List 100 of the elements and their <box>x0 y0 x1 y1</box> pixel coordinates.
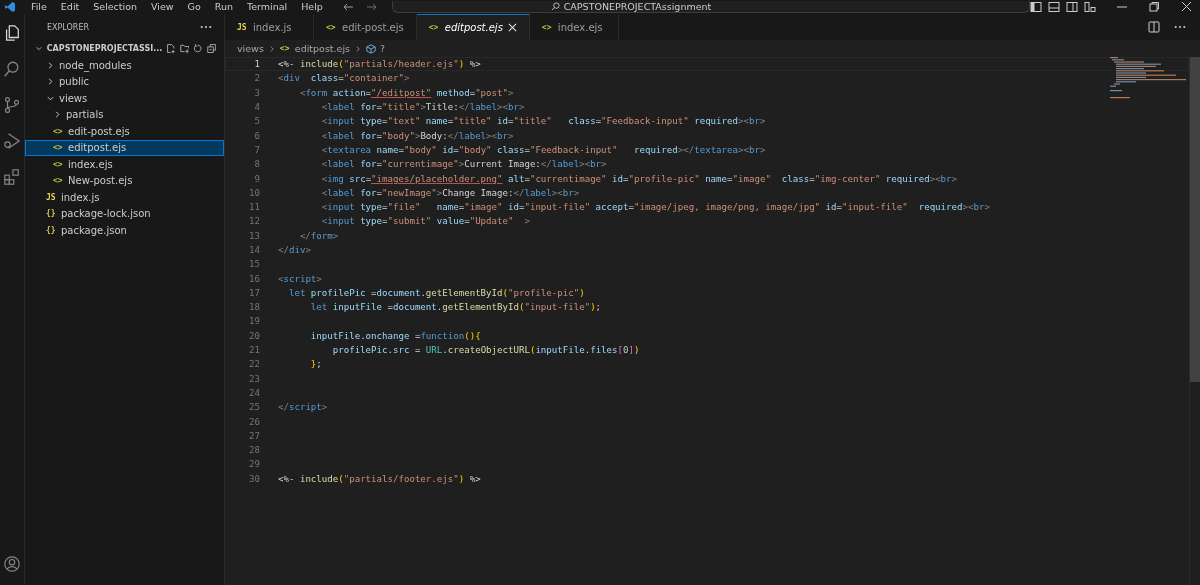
code-line: <input type="submit" value="Update" > <box>320 216 530 227</box>
menu-item[interactable]: Run <box>207 0 240 14</box>
line-number: 14 <box>248 245 260 255</box>
file-tree-item[interactable]: JS index.js <box>25 189 224 206</box>
breadcrumb-item[interactable]: editpost.ejs <box>294 43 351 54</box>
code-line: <input type="text" name="title" id="title" class="Feedback-input" required><br> <box>320 116 766 127</box>
line-number: 20 <box>248 330 260 341</box>
breadcrumb-symbol[interactable]: ? <box>380 43 386 54</box>
file-tree-item[interactable]: <> New-post.ejs <box>25 172 224 189</box>
file-type-icon: <> <box>53 143 64 153</box>
file-type-icon: <> <box>53 176 64 186</box>
file-tree-item[interactable]: node_modules <box>25 57 224 74</box>
code-line: </div> <box>278 245 311 255</box>
code-line: <input type="file" name="image" id="input-file" accept="image/jpeg, image/png, image/jpg" id="input-file" required><br> <box>320 202 990 213</box>
editor-tab[interactable]: <> edit-post.ejs <box>314 14 417 40</box>
scrollbar-track[interactable] <box>1189 57 1200 585</box>
menu-item[interactable]: View <box>144 0 181 14</box>
editor-tab[interactable]: JS index.js <box>225 14 314 40</box>
file-type-icon: <> <box>279 44 291 53</box>
chevron-right-icon <box>354 44 363 53</box>
app-logo-icon <box>4 2 16 12</box>
menu-item[interactable]: Terminal <box>240 0 295 14</box>
code-line: </script> <box>278 402 328 413</box>
command-center-search[interactable]: CAPSTONEPROJECTAssignment <box>391 1 1030 13</box>
line-number: 5 <box>253 116 260 127</box>
account-icon[interactable] <box>3 555 21 573</box>
scrollbar-thumb[interactable] <box>1190 57 1200 382</box>
menu-item[interactable]: Edit <box>53 0 87 14</box>
code-line: }; <box>309 359 322 370</box>
file-tree-item[interactable]: {} package-lock.json <box>25 205 224 222</box>
new-folder-icon[interactable] <box>179 43 190 54</box>
close-icon[interactable] <box>507 23 517 32</box>
line-number: 29 <box>248 459 260 470</box>
line-number: 24 <box>248 387 260 398</box>
code-line: <%- include("partials/footer.ejs") %> <box>278 473 481 484</box>
file-tree-item[interactable]: partials <box>25 106 224 123</box>
search-icon <box>550 2 560 11</box>
code-line: <textarea name="body" id="body" class="Feedback-input" required></textarea><br> <box>320 144 766 155</box>
more-actions-icon[interactable] <box>200 25 212 29</box>
restore-icon[interactable] <box>1148 2 1160 12</box>
line-number: 23 <box>248 373 260 384</box>
new-file-icon[interactable] <box>166 43 176 54</box>
line-number: 18 <box>248 302 260 313</box>
more-actions-icon[interactable] <box>1174 25 1186 29</box>
line-number: 27 <box>248 430 260 441</box>
search-icon[interactable] <box>3 60 21 78</box>
line-number: 3 <box>253 87 260 98</box>
line-number: 10 <box>248 187 260 198</box>
split-editor-icon[interactable] <box>1148 21 1160 33</box>
editor-tab[interactable]: <> editpost.ejs <box>416 14 530 40</box>
file-type-icon: JS <box>46 192 57 202</box>
source-control-icon[interactable] <box>3 96 21 114</box>
toggle-secondary-sidebar-icon[interactable] <box>1066 2 1078 12</box>
file-tree-item[interactable]: views <box>25 90 224 107</box>
cube-icon <box>366 43 377 54</box>
code-line: inputFile.onchange =function(){ <box>309 330 481 341</box>
editor-tab[interactable]: <> index.ejs <box>529 14 619 40</box>
line-number: 9 <box>253 173 260 184</box>
line-number: 7 <box>253 144 260 155</box>
file-tree-item[interactable]: <> edit-post.ejs <box>25 123 224 140</box>
file-type-icon: <> <box>53 126 64 136</box>
explorer-title: EXPLORER <box>47 22 89 32</box>
layout-icon[interactable] <box>1084 2 1096 12</box>
code-line: let profilePic =document.getElementById("profile-pic") <box>287 287 585 298</box>
menu-item[interactable]: Go <box>180 0 208 14</box>
chevron-down-icon[interactable] <box>35 44 43 53</box>
menu-item[interactable]: Help <box>294 0 330 14</box>
code-line: <label for="currentimage">Current Image:</label><br> <box>320 159 607 170</box>
code-line: <form action="/editpost" method="post"> <box>298 87 514 98</box>
code-line: </form> <box>298 230 339 241</box>
line-number: 1 <box>253 59 260 70</box>
toggle-panel-icon[interactable] <box>1048 2 1060 12</box>
line-number: 26 <box>248 416 260 427</box>
code-line: <script> <box>278 273 322 284</box>
back-arrow-icon[interactable] <box>341 2 354 12</box>
line-number: 4 <box>253 102 260 113</box>
close-icon[interactable] <box>1180 2 1192 12</box>
file-tree-item[interactable]: <> editpost.ejs <box>25 139 224 156</box>
file-type-icon: {} <box>46 225 57 235</box>
line-number: 19 <box>248 316 260 327</box>
line-number: 30 <box>248 473 260 484</box>
collapse-all-icon[interactable] <box>206 43 216 54</box>
line-number: 16 <box>248 273 260 284</box>
run-debug-icon[interactable] <box>3 132 21 150</box>
files-icon[interactable] <box>3 24 21 42</box>
toggle-sidebar-icon[interactable] <box>1030 2 1042 12</box>
forward-arrow-icon[interactable] <box>365 2 378 12</box>
code-line: <div class="container"> <box>278 73 410 84</box>
file-tree-item[interactable]: public <box>25 73 224 90</box>
line-number: 13 <box>248 230 260 241</box>
breadcrumb-item[interactable]: views <box>237 43 264 54</box>
extensions-icon[interactable] <box>3 168 21 186</box>
menu-item[interactable]: Selection <box>86 0 145 14</box>
file-tree-item[interactable]: {} package.json <box>25 222 224 239</box>
line-number: 8 <box>253 159 260 170</box>
code-line: <label for="title">Title:</label><br> <box>320 102 525 113</box>
project-folder-name[interactable]: CAPSTONEPROJECTASSI... <box>46 44 163 53</box>
file-tree-item[interactable]: <> index.ejs <box>25 156 224 173</box>
menu-item[interactable]: File <box>23 0 54 14</box>
refresh-icon[interactable] <box>193 43 203 54</box>
